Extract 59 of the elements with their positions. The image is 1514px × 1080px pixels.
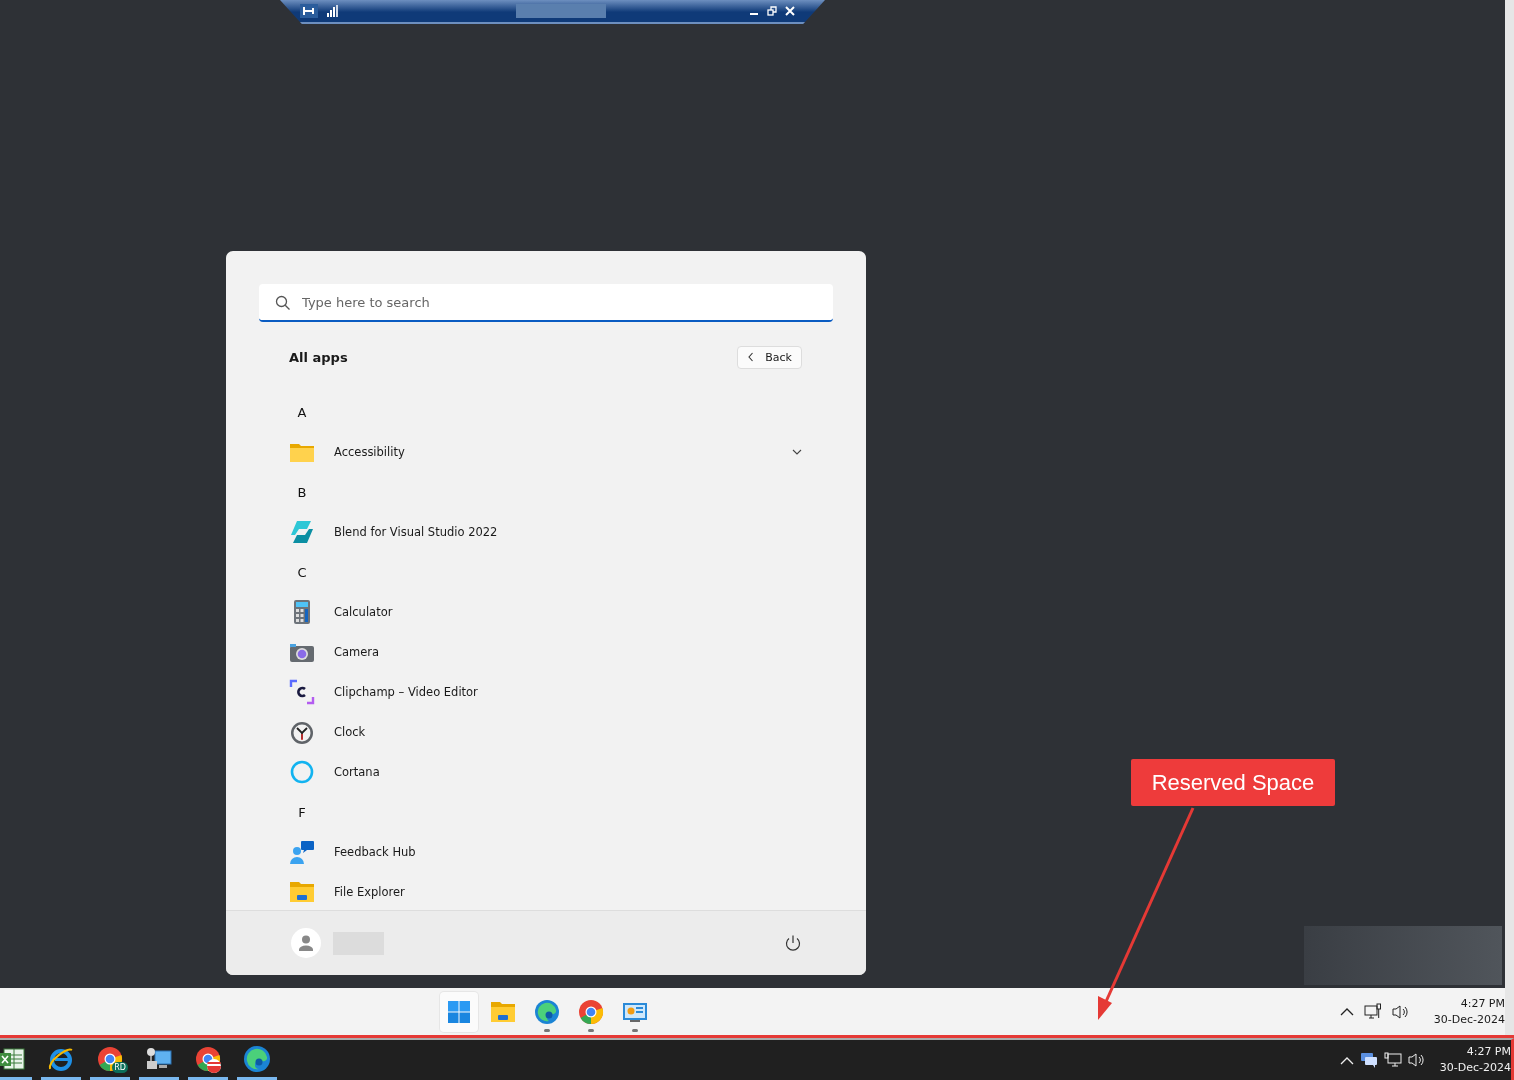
swirl-browser-icon [243,1044,271,1073]
pin-icon[interactable] [300,4,318,18]
scrollbar[interactable] [1505,0,1514,1035]
chat-icon[interactable] [1359,1052,1378,1068]
back-button[interactable]: Back [737,345,802,369]
restore-icon[interactable] [767,6,777,16]
app-name: Camera [334,645,381,659]
round-browser-icon [578,998,604,1025]
app-name: Blend for Visual Studio 2022 [334,525,499,539]
taskbar-button[interactable]: RD [90,1040,130,1080]
all-apps-heading: All apps [289,349,348,365]
app-list-item[interactable]: Feedback Hub [289,832,802,872]
app-list-item[interactable]: Camera [289,632,802,672]
letter-heading[interactable]: B [289,484,315,500]
four-squares-icon [446,998,472,1025]
app-list-item[interactable]: Calculator [289,592,802,632]
cube-logo-icon [289,519,315,545]
round-browser-flag-icon [194,1044,222,1073]
app-name: Feedback Hub [334,845,417,859]
letter-heading[interactable]: F [289,804,315,820]
clock-date[interactable]: 30-Dec-2024 [1433,1011,1505,1028]
app-name: Clipchamp – Video Editor [334,685,479,699]
speaker-icon[interactable] [1391,1003,1410,1020]
folder-icon [289,879,315,905]
clock-time[interactable]: 4:27 PM [1460,995,1505,1012]
app-name: Accessibility [334,445,406,459]
ring-icon [289,759,315,785]
app-list-item[interactable]: Accessibility [289,432,802,472]
app-name: Cortana [334,765,381,779]
letter-heading[interactable]: C [289,564,315,580]
app-name: Calculator [334,605,394,619]
clock-date[interactable]: 30-Dec-2024 [1439,1060,1511,1076]
badge: RD [112,1062,128,1073]
speaker-icon[interactable] [1407,1052,1426,1068]
app-list-item[interactable]: Clipchamp – Video Editor [289,672,802,712]
app-list-item[interactable]: Clock [289,712,802,752]
app-name: Clock [334,725,367,739]
clock-time[interactable]: 4:27 PM [1466,1044,1511,1060]
app-list-item[interactable]: Blend for Visual Studio 2022 [289,512,802,552]
letter-heading[interactable]: A [289,404,315,420]
monitor-icon[interactable] [1363,1002,1382,1021]
chevron-down-icon[interactable] [792,449,802,455]
close-icon[interactable] [785,6,795,16]
clock-icon [289,719,315,745]
chevron-left-icon [747,352,756,362]
bracket-letter-icon [289,679,315,705]
app-list-item[interactable]: File Explorer [289,872,802,910]
search-field[interactable]: Type here to search [259,284,833,322]
app-list-item[interactable]: Cortana [289,752,802,792]
user-avatar-icon[interactable] [291,928,321,958]
chevron-up-icon[interactable] [1339,1007,1354,1016]
signal-icon [326,5,338,17]
app-name: File Explorer [334,885,406,899]
power-icon[interactable] [784,934,802,952]
round-browser-icon [96,1044,124,1073]
swirl-browser-icon [534,998,560,1025]
person-chat-icon [289,839,315,865]
callout-label: Reserved Space [1131,759,1335,806]
network-icon[interactable] [1383,1052,1402,1068]
